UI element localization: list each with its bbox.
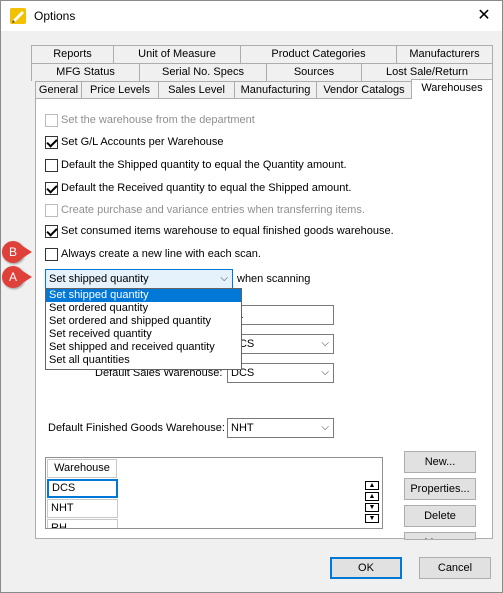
tab-sales-level[interactable]: Sales Level xyxy=(158,81,235,99)
tab-general[interactable]: General xyxy=(35,81,82,99)
move-up-icon[interactable]: ▲ xyxy=(365,492,379,501)
move-top-icon[interactable]: ▲ xyxy=(365,481,379,490)
warehouse-select-hidden[interactable]: DCS ⌵ xyxy=(227,334,334,354)
app-icon xyxy=(10,8,26,24)
set-warehouse-from-department-checkbox[interactable] xyxy=(45,114,58,127)
tab-manufacturers[interactable]: Manufacturers xyxy=(396,45,493,63)
cancel-button[interactable]: Cancel xyxy=(419,557,491,579)
tab-sources[interactable]: Sources xyxy=(266,63,362,81)
tab-product-categories[interactable]: Product Categories xyxy=(240,45,397,63)
move-down-icon[interactable]: ▼ xyxy=(365,503,379,512)
default-shipped-quantity-label: Default the Shipped quantity to equal th… xyxy=(61,159,347,171)
dropdown-option-set-ordered-quantity[interactable]: Set ordered quantity xyxy=(46,302,241,315)
dropdown-option-set-shipped-quantity[interactable]: Set shipped quantity xyxy=(46,289,241,302)
chevron-down-icon: ⌵ xyxy=(321,338,329,349)
tab-price-levels[interactable]: Price Levels xyxy=(81,81,159,99)
scan-mode-select[interactable]: Set shipped quantity ⌵ xyxy=(45,269,233,289)
table-row[interactable]: RH xyxy=(47,519,118,528)
hidden-text-field[interactable]: 01 xyxy=(227,305,334,325)
table-row[interactable]: NHT xyxy=(47,499,118,518)
tab-unit-of-measure[interactable]: Unit of Measure xyxy=(113,45,241,63)
dropdown-option-set-ordered-and-shipped-quantity[interactable]: Set ordered and shipped quantity xyxy=(46,315,241,328)
warehouse-grid[interactable]: Warehouse DCS NHT RH xyxy=(45,457,383,529)
tab-serial-no-specs[interactable]: Serial No. Specs xyxy=(139,63,267,81)
default-finished-goods-warehouse-select[interactable]: NHT ⌵ xyxy=(227,418,334,438)
delete-warehouse-button[interactable]: Delete xyxy=(404,505,476,527)
merge-button[interactable]: Merge xyxy=(404,532,476,540)
default-sales-warehouse-select[interactable]: DCS ⌵ xyxy=(227,363,334,383)
tab-mfg-status[interactable]: MFG Status xyxy=(31,63,140,81)
tab-manufacturing[interactable]: Manufacturing xyxy=(234,81,317,99)
create-purchase-variance-label: Create purchase and variance entries whe… xyxy=(61,204,365,216)
set-warehouse-from-department-label: Set the warehouse from the department xyxy=(61,114,255,126)
chevron-down-icon: ⌵ xyxy=(321,367,329,378)
ok-button[interactable]: OK xyxy=(330,557,402,579)
set-gl-accounts-checkbox[interactable] xyxy=(45,136,58,149)
set-gl-accounts-label: Set G/L Accounts per Warehouse xyxy=(61,136,224,148)
tab-vendor-catalogs[interactable]: Vendor Catalogs xyxy=(316,81,412,99)
warehouse-column-header[interactable]: Warehouse xyxy=(47,459,117,478)
always-create-new-line-label: Always create a new line with each scan. xyxy=(61,248,261,260)
tab-warehouses[interactable]: Warehouses xyxy=(411,79,493,99)
chevron-down-icon: ⌵ xyxy=(220,273,228,284)
scan-mode-dropdown-list: Set shipped quantity Set ordered quantit… xyxy=(45,288,242,370)
chevron-down-icon: ⌵ xyxy=(321,422,329,433)
default-received-quantity-label: Default the Received quantity to equal t… xyxy=(61,182,352,194)
tab-reports[interactable]: Reports xyxy=(31,45,114,63)
dropdown-option-set-received-quantity[interactable]: Set received quantity xyxy=(46,328,241,341)
scan-mode-value: Set shipped quantity xyxy=(49,273,149,285)
dropdown-option-set-shipped-and-received-quantity[interactable]: Set shipped and received quantity xyxy=(46,341,241,354)
default-finished-goods-warehouse-label: Default Finished Goods Warehouse: xyxy=(48,422,225,434)
when-scanning-label: when scanning xyxy=(237,273,311,285)
create-purchase-variance-checkbox[interactable] xyxy=(45,204,58,217)
options-dialog: Options ✕ Reports Unit of Measure Produc… xyxy=(0,0,503,593)
title-bar: Options ✕ xyxy=(1,1,502,31)
set-consumed-items-warehouse-label: Set consumed items warehouse to equal fi… xyxy=(61,225,394,237)
row-order-controls: ▲ ▲ ▼ ▼ xyxy=(363,480,381,530)
move-bottom-icon[interactable]: ▼ xyxy=(365,514,379,523)
table-row[interactable]: DCS xyxy=(47,479,118,498)
annotation-arrow-a xyxy=(21,270,32,284)
default-received-quantity-checkbox[interactable] xyxy=(45,182,58,195)
annotation-arrow-b xyxy=(21,245,32,259)
set-consumed-items-warehouse-checkbox[interactable] xyxy=(45,225,58,238)
close-icon[interactable]: ✕ xyxy=(469,3,499,29)
new-warehouse-button[interactable]: New... xyxy=(404,451,476,473)
default-shipped-quantity-checkbox[interactable] xyxy=(45,159,58,172)
always-create-new-line-checkbox[interactable] xyxy=(45,248,58,261)
dropdown-option-set-all-quantities[interactable]: Set all quantities xyxy=(46,354,241,367)
window-title: Options xyxy=(34,9,76,23)
default-finished-goods-warehouse-value: NHT xyxy=(231,422,254,434)
properties-button[interactable]: Properties... xyxy=(404,478,476,500)
